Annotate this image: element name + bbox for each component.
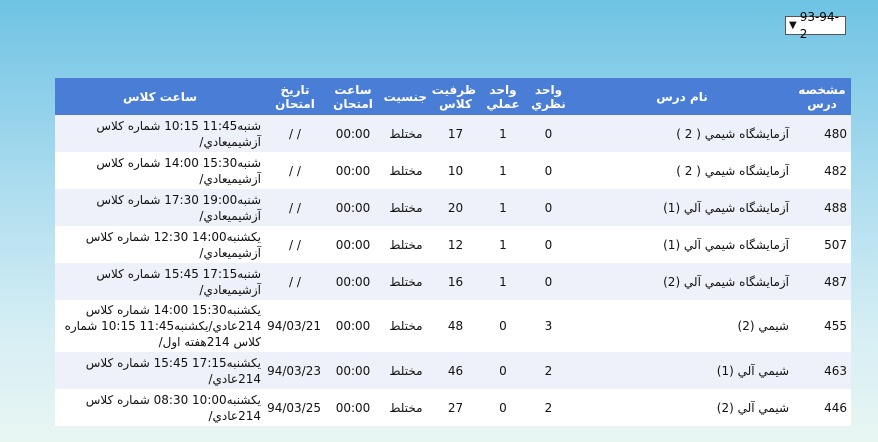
cell-code: 446 [793, 389, 851, 426]
cell-class-time: شنبه17:15 15:45 شماره كلاس آزشيميعادي/ [55, 263, 265, 300]
table-row: 482 آزمايشگاه شيمي ( 2 ) 0 1 10 مختلط 00… [55, 152, 851, 189]
cell-code: 463 [793, 352, 851, 389]
cell-exam-date: 94/03/21 [265, 300, 325, 352]
cell-exam-date: / / [265, 263, 325, 300]
header-class-time: ساعت كلاس [55, 78, 265, 115]
cell-gender: مختلط [381, 115, 431, 152]
cell-class-time: شنبه19:00 17:30 شماره كلاس آزشيميعادي/ [55, 189, 265, 226]
cell-code: 482 [793, 152, 851, 189]
cell-exam-time: 00:00 [325, 226, 381, 263]
cell-class-time: يكشنبه14:00 12:30 شماره كلاس آزشيميعادي/ [55, 226, 265, 263]
header-code: مشخصه درس [793, 78, 851, 115]
chevron-down-icon: ▼ [789, 20, 797, 31]
term-select-value: 93-94-2 [799, 9, 839, 41]
cell-name: شيمي آلي (1) [571, 352, 793, 389]
cell-capacity: 46 [431, 352, 480, 389]
cell-gender: مختلط [381, 352, 431, 389]
cell-exam-date: / / [265, 189, 325, 226]
cell-theory: 0 [526, 115, 571, 152]
cell-exam-time: 00:00 [325, 263, 381, 300]
cell-capacity: 12 [431, 226, 480, 263]
cell-class-time: يكشنبه10:00 08:30 شماره كلاس 214عادي/ [55, 389, 265, 426]
cell-exam-time: 00:00 [325, 152, 381, 189]
cell-name: آزمايشگاه شيمي آلي (2) [571, 263, 793, 300]
cell-exam-date: 94/03/23 [265, 352, 325, 389]
cell-theory: 0 [526, 226, 571, 263]
cell-theory: 0 [526, 152, 571, 189]
table-header-row: مشخصه درس نام درس واحد نظري واحد عملي ظر… [55, 78, 851, 115]
cell-exam-date: / / [265, 152, 325, 189]
cell-practical: 0 [480, 389, 526, 426]
cell-code: 487 [793, 263, 851, 300]
cell-exam-date: / / [265, 115, 325, 152]
table-row: 487 آزمايشگاه شيمي آلي (2) 0 1 16 مختلط … [55, 263, 851, 300]
cell-capacity: 16 [431, 263, 480, 300]
cell-capacity: 27 [431, 389, 480, 426]
cell-practical: 0 [480, 352, 526, 389]
cell-exam-time: 00:00 [325, 115, 381, 152]
cell-exam-time: 00:00 [325, 352, 381, 389]
table-row: 446 شيمي آلي (2) 2 0 27 مختلط 00:00 94/0… [55, 389, 851, 426]
cell-class-time: يكشنبه17:15 15:45 شماره كلاس 214عادي/ [55, 352, 265, 389]
cell-exam-time: 00:00 [325, 389, 381, 426]
cell-theory: 3 [526, 300, 571, 352]
header-practical: واحد عملي [480, 78, 526, 115]
cell-class-time: شنبه15:30 14:00 شماره كلاس آزشيميعادي/ [55, 152, 265, 189]
table-row: 480 آزمايشگاه شيمي ( 2 ) 0 1 17 مختلط 00… [55, 115, 851, 152]
cell-code: 507 [793, 226, 851, 263]
cell-capacity: 48 [431, 300, 480, 352]
header-exam-time: ساعت امتحان [325, 78, 381, 115]
cell-name: شيمي (2) [571, 300, 793, 352]
cell-theory: 0 [526, 189, 571, 226]
cell-theory: 2 [526, 389, 571, 426]
cell-capacity: 20 [431, 189, 480, 226]
cell-exam-time: 00:00 [325, 300, 381, 352]
cell-class-time: يكشنبه15:30 14:00 شماره كلاس 214عادي/يكش… [55, 300, 265, 352]
header-capacity: ظرفيت كلاس [431, 78, 480, 115]
cell-theory: 0 [526, 263, 571, 300]
cell-class-time: شنبه11:45 10:15 شماره كلاس آزشيميعادي/ [55, 115, 265, 152]
cell-practical: 1 [480, 152, 526, 189]
course-table-container: مشخصه درس نام درس واحد نظري واحد عملي ظر… [55, 78, 851, 426]
cell-code: 480 [793, 115, 851, 152]
cell-name: شيمي آلي (2) [571, 389, 793, 426]
cell-exam-date: 94/03/25 [265, 389, 325, 426]
header-gender: جنسيت [381, 78, 431, 115]
cell-theory: 2 [526, 352, 571, 389]
header-theory: واحد نظري [526, 78, 571, 115]
table-row: 507 آزمايشگاه شيمي آلي (1) 0 1 12 مختلط … [55, 226, 851, 263]
header-name: نام درس [571, 78, 793, 115]
cell-gender: مختلط [381, 263, 431, 300]
table-row: 488 آزمايشگاه شيمي آلي (1) 0 1 20 مختلط … [55, 189, 851, 226]
cell-capacity: 10 [431, 152, 480, 189]
cell-gender: مختلط [381, 389, 431, 426]
cell-exam-date: / / [265, 226, 325, 263]
cell-gender: مختلط [381, 189, 431, 226]
cell-name: آزمايشگاه شيمي آلي (1) [571, 189, 793, 226]
cell-gender: مختلط [381, 226, 431, 263]
table-row: 455 شيمي (2) 3 0 48 مختلط 00:00 94/03/21… [55, 300, 851, 352]
cell-code: 488 [793, 189, 851, 226]
cell-name: آزمايشگاه شيمي ( 2 ) [571, 115, 793, 152]
cell-practical: 1 [480, 226, 526, 263]
cell-practical: 1 [480, 263, 526, 300]
cell-exam-time: 00:00 [325, 189, 381, 226]
cell-practical: 0 [480, 300, 526, 352]
course-table: مشخصه درس نام درس واحد نظري واحد عملي ظر… [55, 78, 851, 426]
cell-gender: مختلط [381, 152, 431, 189]
cell-name: آزمايشگاه شيمي ( 2 ) [571, 152, 793, 189]
term-select[interactable]: ▼ 93-94-2 [785, 10, 846, 41]
header-exam-date: تاريخ امتحان [265, 78, 325, 115]
cell-capacity: 17 [431, 115, 480, 152]
cell-gender: مختلط [381, 300, 431, 352]
cell-code: 455 [793, 300, 851, 352]
cell-practical: 1 [480, 115, 526, 152]
table-row: 463 شيمي آلي (1) 2 0 46 مختلط 00:00 94/0… [55, 352, 851, 389]
cell-practical: 1 [480, 189, 526, 226]
cell-name: آزمايشگاه شيمي آلي (1) [571, 226, 793, 263]
